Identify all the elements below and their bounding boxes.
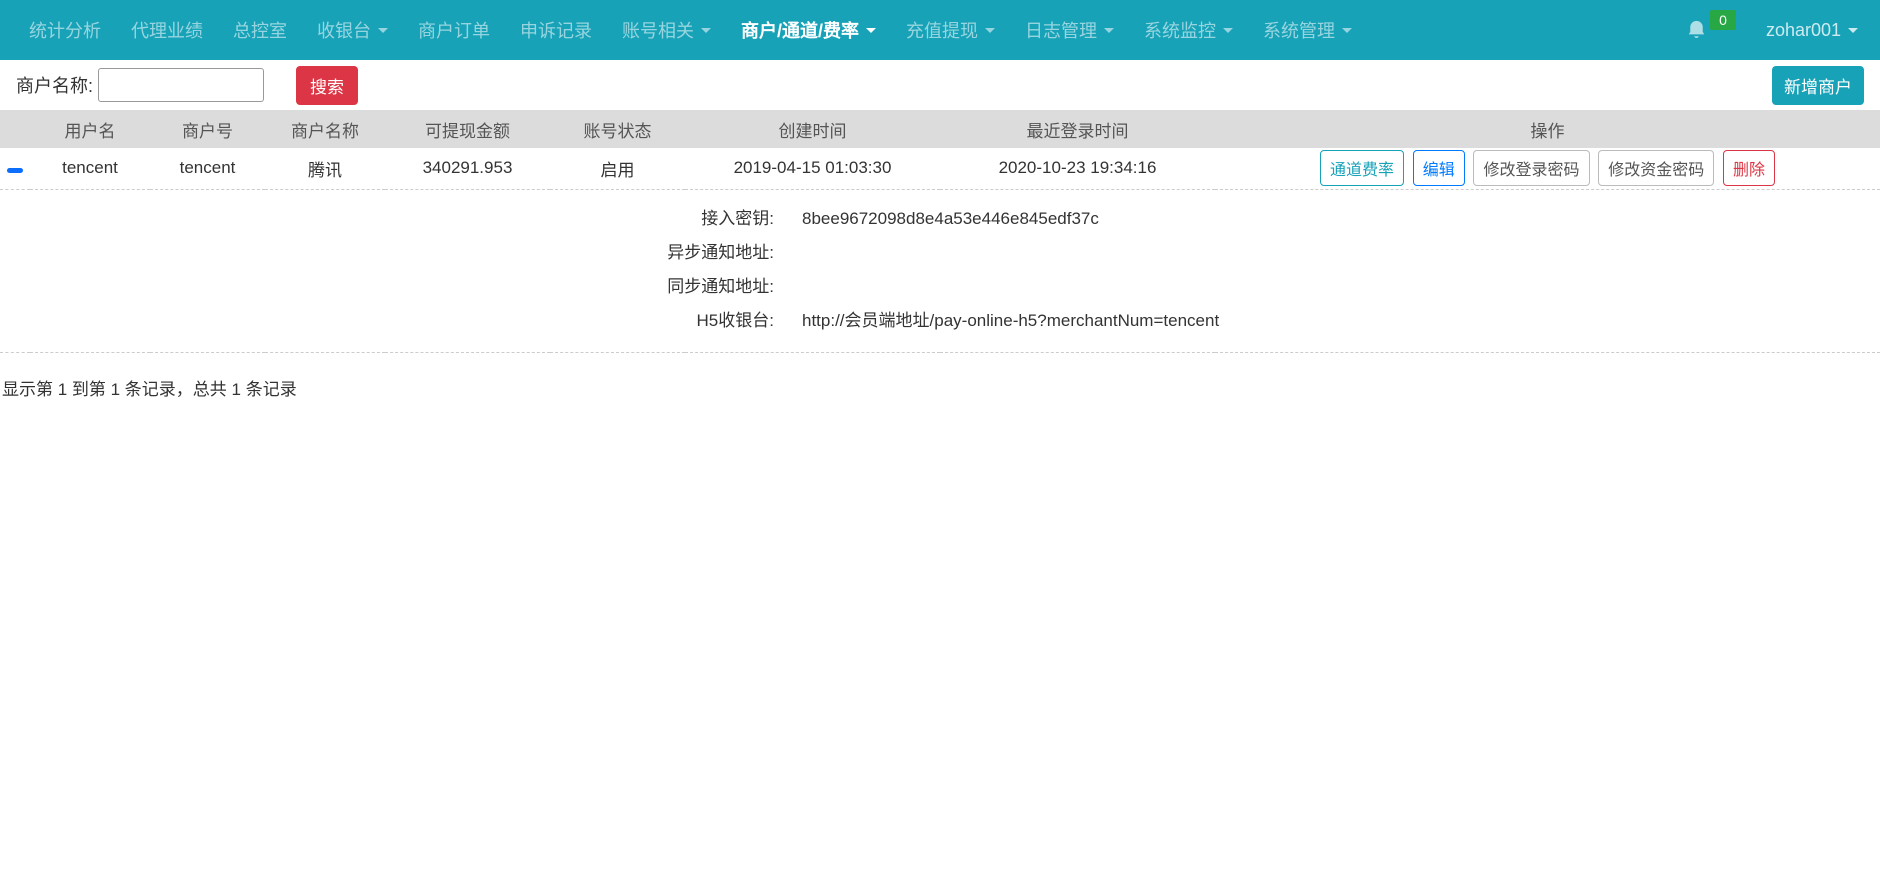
header-created-at: 创建时间 (685, 110, 940, 148)
chevron-down-icon (701, 28, 711, 33)
detail-cell: 接入密钥: 8bee9672098d8e4a53e446e845edf37c 异… (0, 189, 1880, 352)
async-notify-url-label: 异步通知地址: (0, 236, 774, 270)
nav-item-account-related[interactable]: 账号相关 (607, 0, 726, 60)
bell-icon (1685, 18, 1708, 42)
delete-button[interactable]: 删除 (1723, 150, 1775, 186)
header-withdrawable: 可提现金额 (385, 110, 550, 148)
chevron-down-icon (1342, 28, 1352, 33)
cell-last-login: 2020-10-23 19:34:16 (940, 148, 1215, 189)
nav-label: 系统管理 (1263, 17, 1335, 43)
access-key-value: 8bee9672098d8e4a53e446e845edf37c (802, 202, 1099, 236)
pagination-summary: 显示第 1 到第 1 条记录，总共 1 条记录 (2, 375, 1880, 400)
row-toggle-cell (0, 148, 30, 189)
nav-item-cashier[interactable]: 收银台 (302, 0, 403, 60)
nav-label: 代理业绩 (131, 17, 203, 43)
h5-cashier-label: H5收银台: (0, 304, 774, 338)
cell-username: tencent (30, 148, 150, 189)
cell-status: 启用 (550, 148, 685, 189)
cell-merchant-name: 腾讯 (265, 148, 385, 189)
nav-item-log-management[interactable]: 日志管理 (1010, 0, 1129, 60)
header-merchant-no: 商户号 (150, 110, 265, 148)
detail-line-h5-cashier: H5收银台: http://会员端地址/pay-online-h5?mercha… (0, 304, 1880, 338)
main-menu: 统计分析 代理业绩 总控室 收银台 商户订单 申诉记录 账号相关 商户/通道/费… (14, 0, 1367, 60)
notifications-button[interactable]: 0 (1685, 18, 1736, 42)
table-header-row: 用户名 商户号 商户名称 可提现金额 账号状态 创建时间 最近登录时间 操作 (0, 110, 1880, 148)
cell-merchant-no: tencent (150, 148, 265, 189)
access-key-label: 接入密钥: (0, 202, 774, 236)
search-form: 商户名称: 搜索 (16, 66, 358, 105)
username-label: zohar001 (1766, 20, 1841, 41)
chevron-down-icon (1848, 28, 1858, 33)
nav-item-merchant-orders[interactable]: 商户订单 (403, 0, 505, 60)
change-login-password-button[interactable]: 修改登录密码 (1473, 150, 1589, 186)
detail-line-async-notify-url: 异步通知地址: (0, 236, 1880, 270)
header-username: 用户名 (30, 110, 150, 148)
cell-created-at: 2019-04-15 01:03:30 (685, 148, 940, 189)
header-merchant-name: 商户名称 (265, 110, 385, 148)
header-last-login: 最近登录时间 (940, 110, 1215, 148)
merchant-name-input[interactable] (98, 68, 264, 102)
nav-item-deposit-withdraw[interactable]: 充值提现 (891, 0, 1010, 60)
navbar-right: 0 zohar001 (1685, 18, 1866, 42)
channel-rate-button[interactable]: 通道费率 (1320, 150, 1404, 186)
chevron-down-icon (1104, 28, 1114, 33)
nav-label: 统计分析 (29, 17, 101, 43)
notification-count-badge: 0 (1710, 10, 1736, 30)
change-fund-password-button[interactable]: 修改资金密码 (1598, 150, 1714, 186)
nav-item-system-monitor[interactable]: 系统监控 (1129, 0, 1248, 60)
merchant-name-label: 商户名称: (16, 72, 93, 98)
nav-label: 日志管理 (1025, 17, 1097, 43)
chevron-down-icon (866, 28, 876, 33)
sync-notify-url-label: 同步通知地址: (0, 270, 774, 304)
chevron-down-icon (1223, 28, 1233, 33)
nav-item-control-room[interactable]: 总控室 (218, 0, 302, 60)
nav-label: 总控室 (233, 17, 287, 43)
collapse-row-icon[interactable] (7, 168, 23, 173)
nav-label: 申诉记录 (520, 17, 592, 43)
table-row: tencent tencent 腾讯 340291.953 启用 2019-04… (0, 148, 1880, 189)
search-button[interactable]: 搜索 (296, 66, 358, 105)
header-toggle (0, 110, 30, 148)
nav-item-system-management[interactable]: 系统管理 (1248, 0, 1367, 60)
nav-label: 充值提现 (906, 17, 978, 43)
top-navbar: 统计分析 代理业绩 总控室 收银台 商户订单 申诉记录 账号相关 商户/通道/费… (0, 0, 1880, 60)
edit-button[interactable]: 编辑 (1413, 150, 1465, 186)
nav-label: 商户订单 (418, 17, 490, 43)
add-merchant-button[interactable]: 新增商户 (1772, 66, 1864, 105)
detail-line-access-key: 接入密钥: 8bee9672098d8e4a53e446e845edf37c (0, 202, 1880, 236)
cell-actions: 通道费率 编辑 修改登录密码 修改资金密码 删除 (1215, 148, 1880, 189)
nav-label: 系统监控 (1144, 17, 1216, 43)
detail-row: 接入密钥: 8bee9672098d8e4a53e446e845edf37c 异… (0, 189, 1880, 352)
nav-item-merchant-channel-rate[interactable]: 商户/通道/费率 (726, 0, 891, 60)
chevron-down-icon (985, 28, 995, 33)
detail-line-sync-notify-url: 同步通知地址: (0, 270, 1880, 304)
header-actions: 操作 (1215, 110, 1880, 148)
toolbar-row: 商户名称: 搜索 新增商户 (0, 60, 1880, 110)
nav-item-appeal-records[interactable]: 申诉记录 (505, 0, 607, 60)
h5-cashier-value: http://会员端地址/pay-online-h5?merchantNum=t… (802, 304, 1219, 338)
header-status: 账号状态 (550, 110, 685, 148)
nav-label: 收银台 (317, 17, 371, 43)
nav-label: 商户/通道/费率 (741, 17, 859, 43)
nav-label: 账号相关 (622, 17, 694, 43)
nav-item-agent-performance[interactable]: 代理业绩 (116, 0, 218, 60)
nav-item-statistics[interactable]: 统计分析 (14, 0, 116, 60)
chevron-down-icon (378, 28, 388, 33)
merchant-table: 用户名 商户号 商户名称 可提现金额 账号状态 创建时间 最近登录时间 操作 t… (0, 110, 1880, 353)
cell-withdrawable: 340291.953 (385, 148, 550, 189)
user-menu[interactable]: zohar001 (1766, 20, 1858, 41)
